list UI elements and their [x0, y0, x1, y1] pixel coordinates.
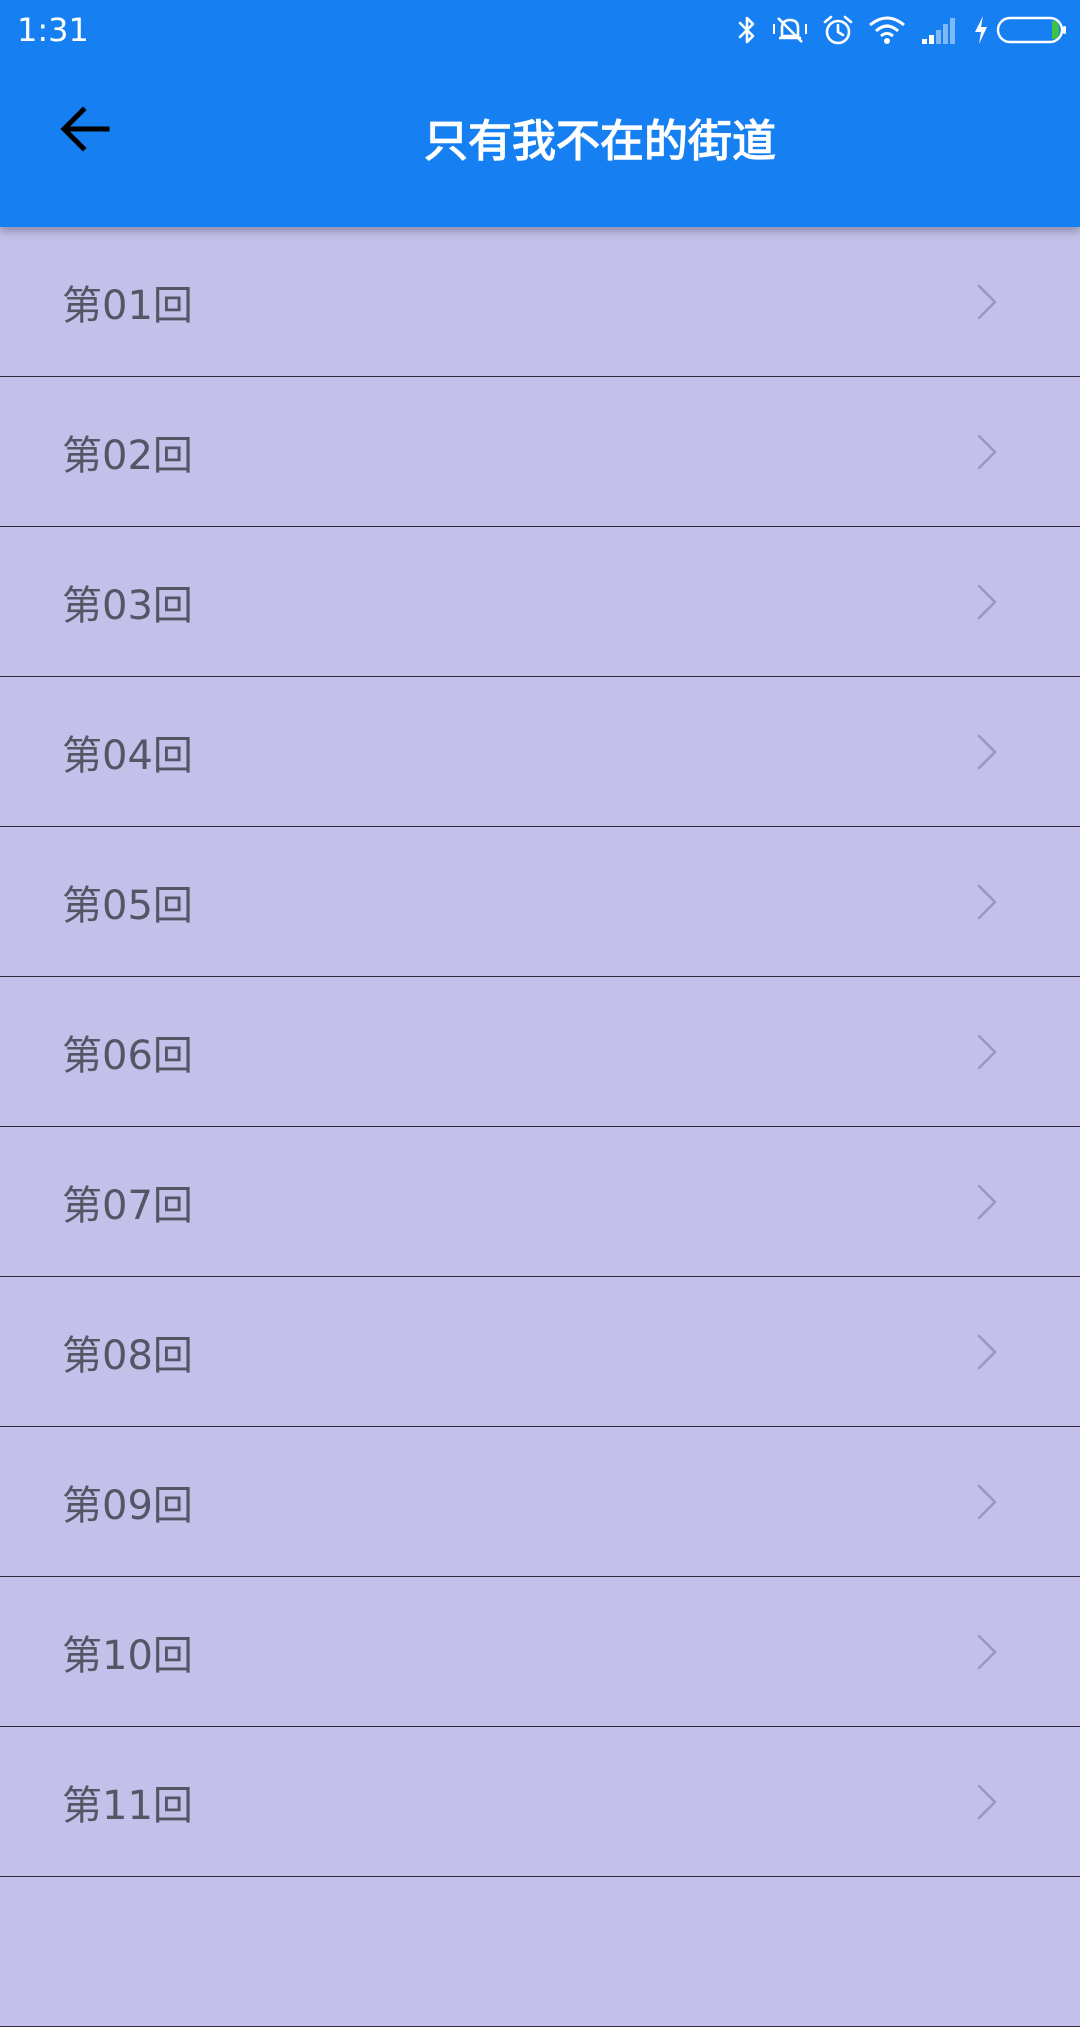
back-arrow-icon	[60, 106, 110, 152]
episode-label: 第09回	[62, 1482, 193, 1529]
chevron-right-icon	[976, 884, 998, 920]
episode-label: 第05回	[62, 882, 193, 929]
chevron-right-icon	[976, 284, 998, 320]
back-button[interactable]	[38, 82, 132, 176]
episode-label: 第10回	[62, 1632, 193, 1679]
chevron-right-icon	[976, 1334, 998, 1370]
list-item[interactable]: 第10回	[0, 1577, 1080, 1727]
episode-label: 第01回	[62, 282, 193, 329]
episode-label: 第06回	[62, 1032, 193, 1079]
list-item[interactable]: 第11回	[0, 1727, 1080, 1877]
signal-icon	[920, 15, 958, 45]
chevron-right-icon	[976, 1634, 998, 1670]
chevron-right-icon	[976, 734, 998, 770]
alarm-icon	[822, 14, 854, 46]
vibrate-icon	[772, 14, 808, 46]
chevron-right-icon	[976, 434, 998, 470]
chevron-right-icon	[976, 1184, 998, 1220]
chevron-right-icon	[976, 1034, 998, 1070]
list-item[interactable]	[0, 1877, 1080, 2027]
chevron-right-icon	[976, 1784, 998, 1820]
bluetooth-icon	[736, 14, 758, 46]
wifi-icon	[868, 15, 906, 45]
status-bar: 1:31	[0, 0, 1080, 60]
episode-list: 第01回第02回第03回第04回第05回第06回第07回第08回第09回第10回…	[0, 227, 1080, 2027]
list-item[interactable]: 第05回	[0, 827, 1080, 977]
episode-label: 第04回	[62, 732, 193, 779]
page-title: 只有我不在的街道	[424, 116, 776, 167]
toolbar: 只有我不在的街道	[0, 60, 1080, 227]
episode-label: 第02回	[62, 432, 193, 479]
list-item[interactable]: 第01回	[0, 227, 1080, 377]
list-item[interactable]: 第08回	[0, 1277, 1080, 1427]
chevron-right-icon	[976, 584, 998, 620]
episode-label: 第08回	[62, 1332, 193, 1379]
list-item[interactable]: 第06回	[0, 977, 1080, 1127]
chevron-right-icon	[976, 1484, 998, 1520]
list-item[interactable]: 第09回	[0, 1427, 1080, 1577]
list-item[interactable]: 第07回	[0, 1127, 1080, 1277]
app-header: 1:31 只有我不在的街道	[0, 0, 1080, 227]
list-item[interactable]: 第02回	[0, 377, 1080, 527]
status-icons	[722, 12, 1068, 48]
list-item[interactable]: 第04回	[0, 677, 1080, 827]
battery-icon	[996, 15, 1068, 45]
charging-icon	[972, 14, 990, 46]
episode-label: 第07回	[62, 1182, 193, 1229]
episode-label: 第11回	[62, 1782, 193, 1829]
list-item[interactable]: 第03回	[0, 527, 1080, 677]
status-time: 1:31	[17, 11, 89, 49]
episode-label: 第03回	[62, 582, 193, 629]
